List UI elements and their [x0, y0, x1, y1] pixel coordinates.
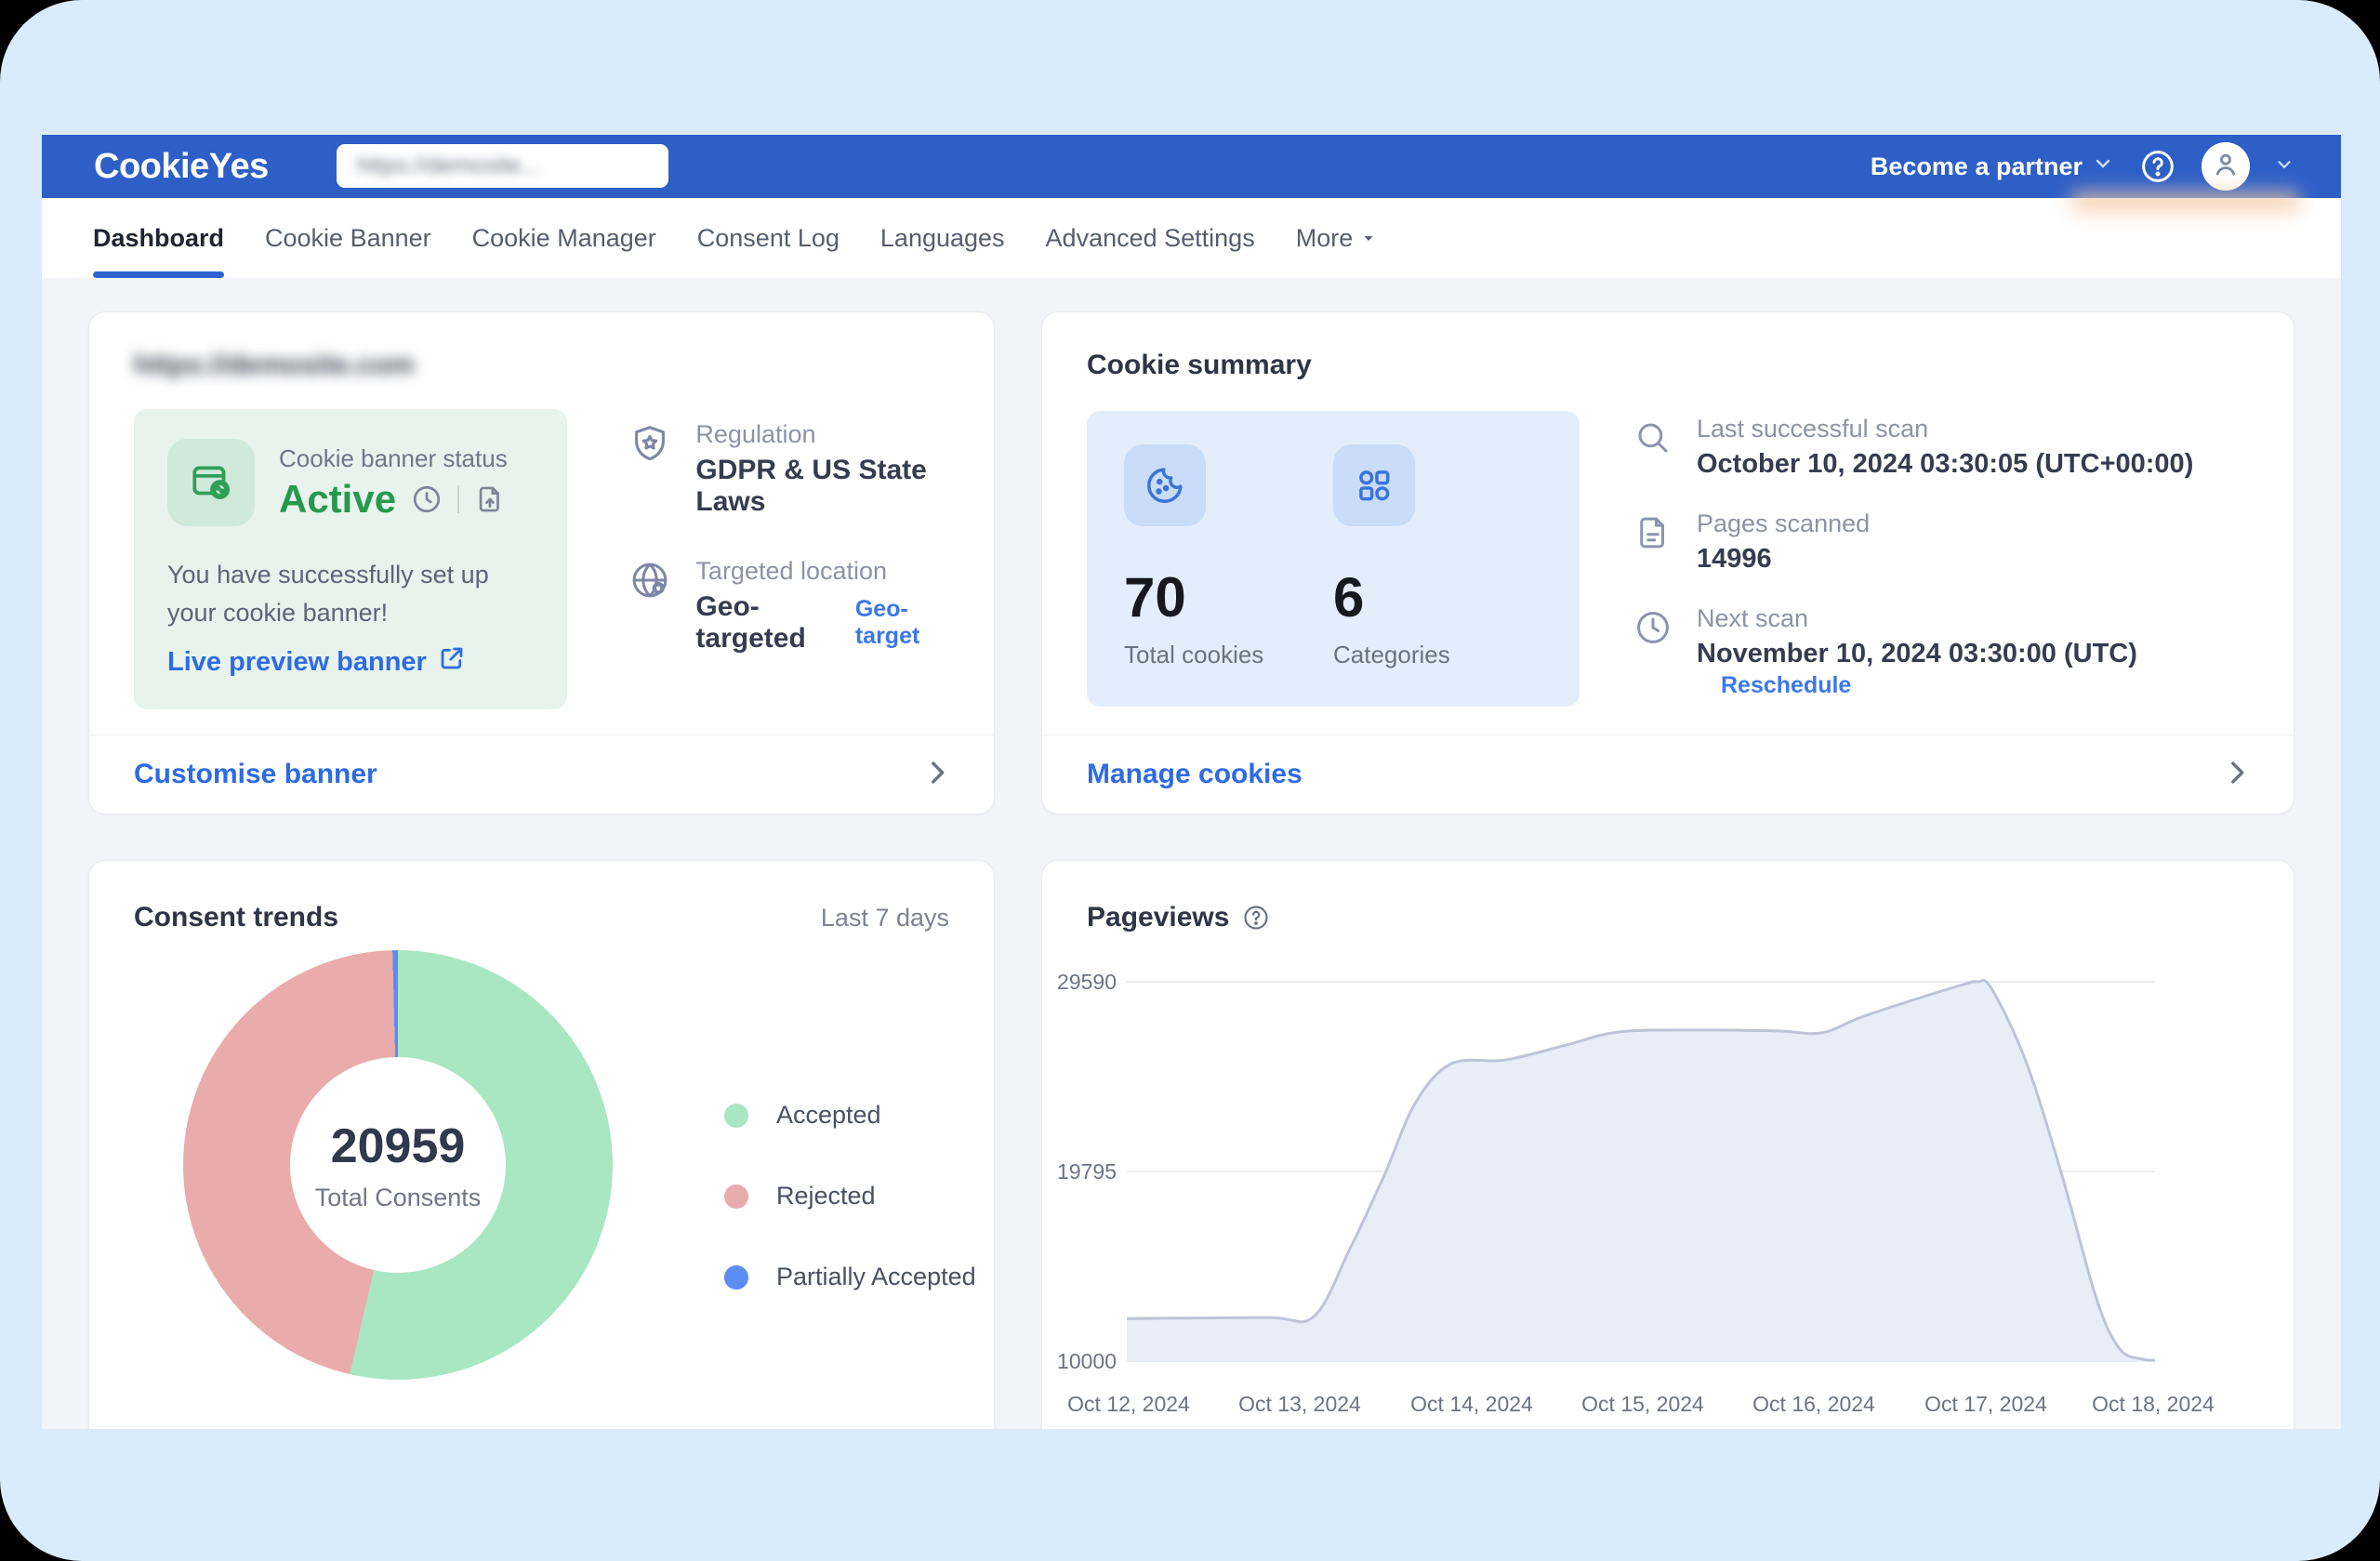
site-url-selector[interactable]: https://demosite...: [337, 144, 668, 188]
document-icon: [1633, 513, 1673, 575]
status-history-icon[interactable]: [411, 483, 443, 515]
become-partner-button[interactable]: Become a partner: [1871, 152, 2114, 181]
caret-down-icon: [1360, 224, 1377, 253]
clock-icon: [1633, 608, 1673, 700]
x-axis-label: Oct 12, 2024: [1067, 1392, 1190, 1417]
shield-star-icon: [628, 422, 671, 518]
banner-status-panel: Cookie banner status Active: [134, 409, 567, 709]
blurred-banner: [2071, 192, 2299, 211]
manage-cookies-row[interactable]: Manage cookies: [1042, 734, 2294, 814]
tab-more[interactable]: More: [1296, 198, 1378, 278]
live-preview-link[interactable]: Live preview banner: [167, 644, 534, 680]
location-value: Geo-targeted: [695, 591, 834, 655]
next-scan-label: Next scan: [1697, 604, 2249, 633]
consent-donut: 20959 Total Consents: [183, 950, 613, 1380]
regulation-label: Regulation: [695, 420, 949, 449]
chevron-down-icon: [2092, 152, 2114, 181]
user-avatar-button[interactable]: [2202, 142, 2250, 191]
categories-value: 6: [1333, 565, 1542, 629]
legend-item: Rejected: [724, 1182, 976, 1210]
cookie-icon: [1124, 444, 1206, 526]
user-icon: [2211, 150, 2241, 184]
app-background: CookieYes https://demosite... Become a p…: [0, 0, 2380, 1561]
pageviews-title: Pageviews: [1087, 902, 1229, 933]
tab-advanced-settings[interactable]: Advanced Settings: [1046, 198, 1255, 278]
tab-cookie-banner[interactable]: Cookie Banner: [265, 198, 431, 278]
total-cookies-value: 70: [1124, 565, 1333, 629]
rescan-page-icon[interactable]: [474, 483, 506, 515]
tab-languages[interactable]: Languages: [880, 198, 1005, 278]
cookieyes-logo: CookieYes: [94, 147, 269, 187]
regulation-value: GDPR & US State Laws: [695, 455, 949, 518]
y-axis-label: 29590: [1042, 970, 1117, 995]
consent-trends-card: Consent trends Last 7 days 20959 Total C…: [88, 860, 995, 1429]
summary-title: Cookie summary: [1087, 350, 2249, 381]
help-circle-icon[interactable]: [1242, 904, 1270, 932]
tab-cookie-manager[interactable]: Cookie Manager: [472, 198, 656, 278]
total-cookies-stat: 70 Total cookies: [1124, 444, 1333, 673]
customise-banner-row[interactable]: Customise banner: [89, 734, 994, 814]
tab-dashboard[interactable]: Dashboard: [93, 198, 224, 278]
x-axis-label: Oct 13, 2024: [1238, 1392, 1361, 1417]
consent-trends-title: Consent trends: [134, 902, 338, 933]
cookie-banner-icon: [167, 439, 255, 526]
donut-center: 20959 Total Consents: [290, 1057, 506, 1273]
status-label: Cookie banner status: [279, 444, 508, 473]
customise-banner-link[interactable]: Customise banner: [134, 759, 377, 790]
categories-icon: [1333, 444, 1415, 526]
app-window: CookieYes https://demosite... Become a p…: [42, 135, 2341, 1429]
reschedule-link[interactable]: Reschedule: [1721, 672, 1851, 698]
chevron-right-icon: [2221, 757, 2253, 793]
total-consents-value: 20959: [331, 1118, 466, 1174]
pageviews-card: Pageviews 29590 19795 10000 Oct 12, 2024 Oc…: [1041, 860, 2294, 1429]
manage-cookies-link[interactable]: Manage cookies: [1087, 759, 1302, 790]
categories-stat: 6 Categories: [1333, 444, 1542, 673]
tab-consent-log[interactable]: Consent Log: [697, 198, 840, 278]
help-button[interactable]: [2138, 147, 2177, 186]
total-consents-label: Total Consents: [315, 1184, 482, 1212]
consent-legend: Accepted Rejected Partially Accepted: [724, 1101, 976, 1291]
top-navbar: CookieYes https://demosite... Become a p…: [42, 135, 2341, 198]
x-axis-label: Oct 15, 2024: [1581, 1392, 1704, 1417]
status-message: You have successfully set up your cookie…: [167, 556, 534, 631]
site-url-blurred: https://demosite...: [357, 152, 540, 179]
x-axis-label: Oct 16, 2024: [1752, 1392, 1875, 1417]
x-axis-label: Oct 18, 2024: [2092, 1392, 2215, 1417]
y-axis-label: 10000: [1042, 1349, 1117, 1374]
chevron-right-icon: [921, 757, 953, 793]
period-label: Last 7 days: [821, 904, 949, 933]
cookie-summary-card: Cookie summary 70 Total cookies: [1041, 311, 2294, 814]
x-axis-label: Oct 17, 2024: [1924, 1392, 2047, 1417]
categories-label: Categories: [1333, 641, 1542, 669]
y-axis-label: 19795: [1042, 1159, 1117, 1184]
location-label: Targeted location: [695, 557, 949, 586]
x-axis-label: Oct 14, 2024: [1410, 1392, 1533, 1417]
partially-accepted-dot: [724, 1265, 748, 1290]
divider: [457, 485, 459, 513]
last-scan-label: Last successful scan: [1697, 415, 2193, 443]
legend-item: Partially Accepted: [724, 1263, 976, 1291]
accepted-dot: [724, 1104, 748, 1128]
last-scan-value: October 10, 2024 03:30:05 (UTC+00:00): [1697, 449, 2193, 480]
status-value: Active: [279, 477, 396, 522]
geo-target-link[interactable]: Geo-target: [855, 596, 949, 650]
total-cookies-label: Total cookies: [1124, 641, 1333, 669]
pageviews-chart: 295901979510000 Oct 12, 2024Oct 13, 2024…: [1042, 976, 2294, 1429]
globe-icon: [628, 559, 671, 655]
cookie-stats-panel: 70 Total cookies 6 Categories: [1087, 411, 1580, 707]
search-icon: [1633, 418, 1673, 480]
rejected-dot: [724, 1184, 748, 1209]
banner-status-card: https://demosite.com Cookie banner statu…: [88, 311, 995, 814]
next-scan-value: November 10, 2024 03:30:00 (UTC): [1697, 639, 2137, 668]
external-link-icon: [438, 644, 466, 680]
pageviews-plot: [1127, 976, 2155, 1367]
main-tabbar: Dashboard Cookie Banner Cookie Manager C…: [42, 198, 2341, 278]
account-chevron-down-icon[interactable]: [2274, 154, 2294, 179]
legend-item: Accepted: [724, 1101, 976, 1130]
pages-scanned-value: 14996: [1697, 544, 1870, 575]
pages-scanned-label: Pages scanned: [1697, 509, 1870, 538]
site-url-title: https://demosite.com: [134, 350, 949, 381]
